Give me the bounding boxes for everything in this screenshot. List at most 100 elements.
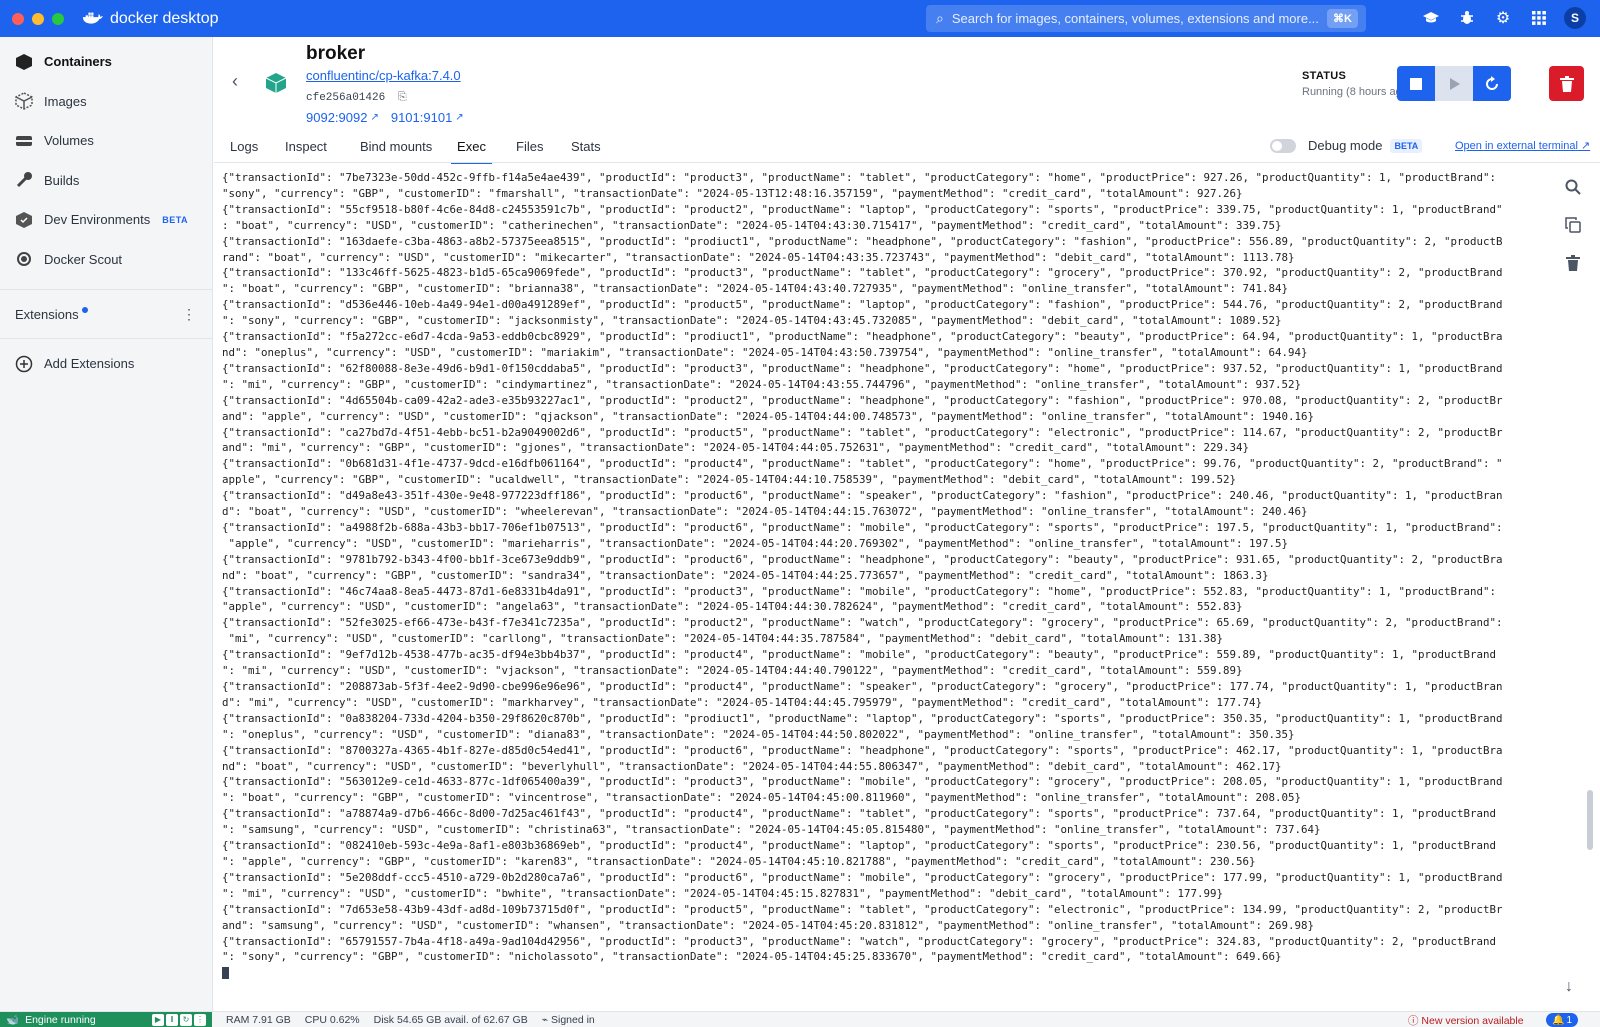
tab-stats[interactable]: Stats <box>571 139 601 163</box>
engine-restart-icon[interactable]: ↻ <box>180 1013 192 1026</box>
sidebar-item-label: Builds <box>44 172 80 188</box>
terminal-line: ": "oneplus", "currency": "USD", "custom… <box>222 727 1295 741</box>
close-window-button[interactable] <box>12 12 24 25</box>
exec-terminal[interactable]: {"transactionId": "7be7323e-50dd-452c-9f… <box>214 164 1554 991</box>
terminal-line: : "boat", "currency": "USD", "customerID… <box>222 218 1282 232</box>
tab-bind-mounts[interactable]: Bind mounts <box>360 139 432 163</box>
global-search-input[interactable]: ⌕ Search for images, containers, volumes… <box>926 5 1366 32</box>
engine-more-icon[interactable]: ⋮ <box>194 1013 206 1026</box>
docker-whale-icon <box>82 12 104 24</box>
start-button[interactable] <box>1435 66 1473 101</box>
copy-icon[interactable]: ⎘ <box>398 90 407 103</box>
container-controls <box>1397 66 1511 101</box>
terminal-line: nd": "boat", "currency": "USD", "custome… <box>222 759 1282 773</box>
add-extensions-button[interactable]: Add Extensions <box>0 344 212 384</box>
container-cube-icon <box>265 73 287 93</box>
info-icon: ⓘ <box>1408 1015 1419 1027</box>
app-brand: docker desktop <box>82 10 219 28</box>
search-placeholder: Search for images, containers, volumes, … <box>951 11 1319 26</box>
extensions-grid-icon[interactable] <box>1528 7 1550 29</box>
clear-trash-icon[interactable] <box>1562 252 1584 274</box>
terminal-line: ": "mi", "currency": "USD", "customerID"… <box>222 664 1243 678</box>
sidebar-item-containers[interactable]: Containers <box>0 42 212 82</box>
disk-stat: Disk 54.65 GB avail. of 62.67 GB <box>373 1013 528 1026</box>
terminal-line: apple", "currency": "GBP", "customerID":… <box>222 473 1237 487</box>
terminal-line: {"transactionId": "9781b792-b343-4f00-bb… <box>222 552 1503 566</box>
terminal-line: and": "apple", "currency": "USD", "custo… <box>222 409 1315 423</box>
sidebar: Containers Images Volumes Builds Dev Env… <box>0 37 213 1011</box>
troubleshoot-bug-icon[interactable] <box>1456 7 1478 29</box>
terminal-line: {"transactionId": "563012e9-ce1d-4633-87… <box>222 775 1503 789</box>
external-link-icon: ↗ <box>1580 140 1591 152</box>
tab-inspect[interactable]: Inspect <box>285 139 327 163</box>
container-id: cfe256a01426 ⎘ <box>306 90 407 104</box>
terminal-line: {"transactionId": "0b681d31-4f1e-4737-9d… <box>222 457 1503 471</box>
terminal-prompt[interactable] <box>222 965 1547 981</box>
terminal-line: {"transactionId": "a4988f2b-688a-43b3-bb… <box>222 520 1503 534</box>
status-label: STATUS <box>1302 70 1347 82</box>
volumes-icon <box>14 131 34 151</box>
terminal-line: {"transactionId": "082410eb-593c-4e9a-8a… <box>222 839 1497 853</box>
search-icon[interactable] <box>1562 176 1584 198</box>
terminal-line: ": "sony", "currency": "GBP", "customerI… <box>222 314 1282 328</box>
terminal-line: {"transactionId": "f5a272cc-e6d7-4cda-9a… <box>222 330 1503 344</box>
restart-icon <box>1486 75 1498 90</box>
docker-whale-icon: 🐋 <box>6 1014 20 1026</box>
status-block: STATUS Running (8 hours ago) <box>1302 70 1411 98</box>
learning-center-icon[interactable] <box>1420 7 1442 29</box>
sidebar-item-label: Images <box>44 93 87 109</box>
debug-mode-toggle[interactable] <box>1270 138 1296 153</box>
terminal-line: ": "sony", "currency": "GBP", "customerI… <box>222 950 1282 964</box>
status-bar: 🐋 Engine running ▶ ‖ ↻ ⋮ RAM 7.91 GB CPU… <box>0 1011 1600 1027</box>
new-version-label: New version available <box>1421 1015 1524 1027</box>
terminal-line: {"transactionId": "9ef7d12b-4538-477b-ac… <box>222 648 1497 662</box>
scroll-to-bottom-icon[interactable]: ↓ <box>1565 978 1573 996</box>
images-icon <box>14 91 34 111</box>
sidebar-item-label: Containers <box>44 54 112 70</box>
open-external-terminal-link[interactable]: Open in external terminal ↗ <box>1455 139 1590 152</box>
beta-badge: BETA <box>1390 138 1423 153</box>
terminal-line: {"transactionId": "4d65504b-ca09-42a2-ad… <box>222 393 1503 407</box>
notifications-button[interactable]: 🔔 1 <box>1546 1013 1579 1027</box>
back-chevron-icon[interactable]: ‹ <box>232 71 238 92</box>
beta-badge: BETA <box>162 214 189 225</box>
account-avatar[interactable]: S <box>1564 7 1586 29</box>
port-link[interactable]: 9092:9092 ↗ <box>306 110 379 125</box>
sidebar-item-images[interactable]: Images <box>0 82 212 122</box>
engine-pause-icon[interactable]: ‖ <box>166 1013 178 1026</box>
engine-resume-icon[interactable]: ▶ <box>152 1013 164 1026</box>
sidebar-item-docker-scout[interactable]: Docker Scout <box>0 240 212 280</box>
terminal-line: rand": "boat", "currency": "USD", "custo… <box>222 250 1295 264</box>
terminal-line: {"transactionId": "0a838204-733d-4204-b3… <box>222 711 1503 725</box>
new-version-link[interactable]: ⓘ New version available <box>1408 1013 1524 1027</box>
signed-in-label: Signed in <box>550 1013 595 1026</box>
settings-gear-icon[interactable]: ⚙ <box>1492 7 1514 29</box>
copy-icon[interactable] <box>1562 214 1584 236</box>
maximize-window-button[interactable] <box>52 12 64 25</box>
terminal-scrollbar[interactable] <box>1587 790 1593 850</box>
stop-button[interactable] <box>1397 66 1435 101</box>
terminal-line: {"transactionId": "7d653e58-43b9-43df-ad… <box>222 902 1503 916</box>
minimize-window-button[interactable] <box>32 12 44 25</box>
terminal-line: nd": "oneplus", "currency": "USD", "cust… <box>222 345 1308 359</box>
terminal-line: ": "mi", "currency": "GBP", "customerID"… <box>222 377 1302 391</box>
terminal-line: "sony", "currency": "GBP", "customerID":… <box>222 186 1243 200</box>
delete-button[interactable] <box>1549 66 1584 101</box>
engine-status[interactable]: 🐋 Engine running ▶ ‖ ↻ ⋮ <box>0 1011 212 1027</box>
container-image-link[interactable]: confluentinc/cp-kafka:7.4.0 <box>306 68 461 83</box>
tab-files[interactable]: Files <box>516 139 543 163</box>
restart-button[interactable] <box>1473 66 1511 101</box>
extensions-more-icon[interactable]: ⋮ <box>182 306 196 323</box>
terminal-line: ": "apple", "currency": "GBP", "customer… <box>222 854 1256 868</box>
port-links: 9092:9092 ↗ 9101:9101 ↗ <box>306 110 464 125</box>
tab-logs[interactable]: Logs <box>230 139 258 163</box>
port-label: 9092:9092 <box>306 110 368 125</box>
port-link[interactable]: 9101:9101 ↗ <box>391 110 464 125</box>
sidebar-item-volumes[interactable]: Volumes <box>0 121 212 161</box>
sidebar-divider <box>0 338 212 339</box>
tab-exec[interactable]: Exec <box>451 139 492 166</box>
terminal-line: ": "samsung", "currency": "USD", "custom… <box>222 823 1321 837</box>
sidebar-item-builds[interactable]: Builds <box>0 161 212 201</box>
add-circle-icon <box>14 354 34 374</box>
sidebar-item-dev-environments[interactable]: Dev Environments BETA <box>0 200 212 240</box>
